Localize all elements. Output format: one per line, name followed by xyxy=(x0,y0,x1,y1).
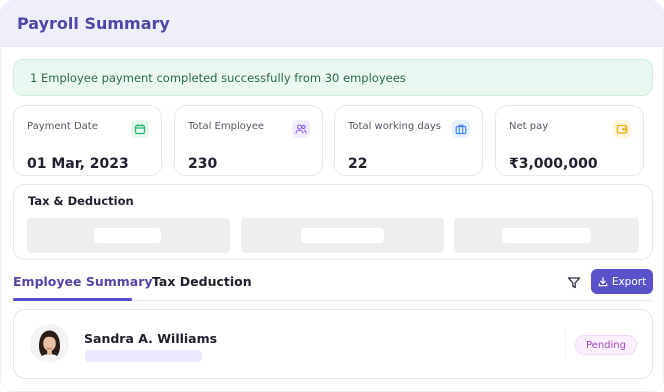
tax-deduction-section: Tax & Deduction xyxy=(13,184,653,260)
status-badge: Pending xyxy=(575,335,637,355)
stat-card-total-employee: Total Employee 230 xyxy=(174,105,323,176)
stat-label: Net pay xyxy=(509,121,549,132)
briefcase-icon xyxy=(452,120,470,138)
placeholder-bar xyxy=(301,228,384,243)
stat-value: 01 Mar, 2023 xyxy=(27,156,129,172)
employee-name: Sandra A. Williams xyxy=(84,331,218,346)
panel-header: Payroll Summary xyxy=(1,1,663,47)
section-title: Tax & Deduction xyxy=(28,194,134,208)
employee-detail-placeholder xyxy=(85,350,202,362)
row-divider xyxy=(565,330,566,360)
stat-label: Total Employee xyxy=(188,121,265,132)
tax-placeholder xyxy=(27,218,230,253)
tax-placeholder xyxy=(241,218,444,253)
stat-label: Payment Date xyxy=(27,121,98,132)
stat-value: ₹3,000,000 xyxy=(509,156,598,172)
tab-tax-deduction[interactable]: Tax Deduction xyxy=(152,274,252,289)
tab-employee-summary[interactable]: Employee Summary xyxy=(13,274,153,289)
stat-card-net-pay: Net pay ₹3,000,000 xyxy=(495,105,644,176)
users-icon xyxy=(292,120,310,138)
export-button[interactable]: Export xyxy=(591,269,653,294)
stat-value: 230 xyxy=(188,156,218,172)
stat-card-working-days: Total working days 22 xyxy=(334,105,483,176)
success-banner: 1 Employee payment completed successfull… xyxy=(13,59,653,96)
active-tab-indicator xyxy=(13,298,132,301)
calendar-icon xyxy=(131,120,149,138)
stat-label: Total working days xyxy=(348,121,441,132)
page-title: Payroll Summary xyxy=(17,14,170,33)
filter-button[interactable] xyxy=(565,274,583,292)
tax-placeholder xyxy=(454,218,639,253)
panel-content: 1 Employee payment completed successfull… xyxy=(1,47,663,391)
employee-row[interactable]: Sandra A. Williams Pending xyxy=(13,309,653,379)
placeholder-bar xyxy=(94,228,161,243)
filter-icon xyxy=(567,277,581,289)
wallet-icon xyxy=(613,120,631,138)
tab-bar: Employee Summary Tax Deduction Export xyxy=(1,265,663,301)
stat-value: 22 xyxy=(348,156,368,172)
download-icon xyxy=(598,276,608,286)
placeholder-bar xyxy=(502,228,591,243)
avatar xyxy=(30,324,69,363)
stat-card-payment-date: Payment Date 01 Mar, 2023 xyxy=(13,105,162,176)
payroll-summary-panel: Payroll Summary 1 Employee payment compl… xyxy=(0,0,664,392)
export-label: Export xyxy=(611,275,647,288)
